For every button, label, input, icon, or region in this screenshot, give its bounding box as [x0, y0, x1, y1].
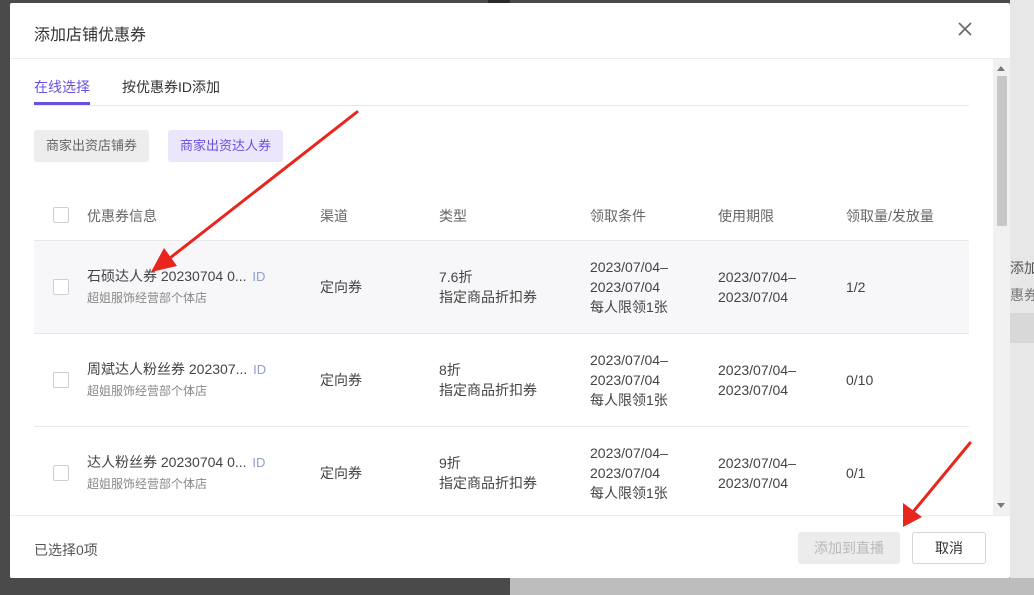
- background-page-right: 添加 惠券: [1010, 0, 1034, 595]
- background-block: [1010, 313, 1034, 343]
- claim-start: 2023/07/04–: [590, 352, 668, 368]
- row-checkbox[interactable]: [53, 279, 69, 295]
- header-type: 类型: [439, 208, 467, 224]
- background-text: 惠券: [1010, 287, 1034, 303]
- coupon-type: 指定商品折扣券: [439, 382, 537, 398]
- coupon-name: 石硕达人券 20230704 0...: [87, 268, 247, 284]
- coupon-id-tag[interactable]: ID: [253, 362, 266, 377]
- coupon-shop: 超姐服饰经营部个体店: [87, 384, 208, 398]
- table-row[interactable]: 达人粉丝券 20230704 0... ID 超姐服饰经营部个体店 定向券 9折…: [34, 427, 969, 520]
- row-checkbox[interactable]: [53, 465, 69, 481]
- dialog-title: 添加店铺优惠券: [34, 27, 147, 44]
- claim-limit: 每人限领1张: [590, 392, 668, 408]
- coupon-shop: 超姐服饰经营部个体店: [87, 291, 208, 305]
- select-all-checkbox[interactable]: [53, 207, 69, 223]
- coupon-type: 指定商品折扣券: [439, 289, 537, 305]
- cancel-button[interactable]: 取消: [912, 532, 986, 564]
- claim-end: 2023/07/04: [590, 279, 661, 295]
- scrollbar[interactable]: [993, 59, 1010, 515]
- header-claim-condition: 领取条件: [590, 208, 646, 224]
- coupon-discount: 9折: [439, 455, 461, 471]
- claim-limit: 每人限领1张: [590, 485, 668, 501]
- claim-end: 2023/07/04: [590, 372, 661, 388]
- header-validity: 使用期限: [718, 208, 774, 224]
- table-row[interactable]: 周斌达人粉丝券 202307... ID 超姐服饰经营部个体店 定向券 8折 指…: [34, 334, 969, 427]
- dialog-footer: 已选择0项 添加到直播 取消: [10, 515, 1010, 578]
- background-page-bottom: [510, 578, 1034, 595]
- table-header: 优惠券信息 渠道 类型 领取条件 使用期限 领取量/发放量: [34, 188, 969, 241]
- coupon-channel: 定向券: [320, 279, 362, 295]
- coupon-channel: 定向券: [320, 465, 362, 481]
- tab-online-select[interactable]: 在线选择: [34, 77, 90, 97]
- filter-shop-coupon-button[interactable]: 商家出资店铺券: [34, 130, 150, 162]
- scrollbar-thumb[interactable]: [997, 76, 1007, 226]
- coupon-name-cell: 周斌达人粉丝券 202307... ID: [87, 359, 266, 380]
- scroll-down-icon[interactable]: [997, 503, 1005, 508]
- add-to-live-button[interactable]: 添加到直播: [798, 532, 900, 564]
- row-checkbox[interactable]: [53, 372, 69, 388]
- coupon-quota: 1/2: [846, 279, 866, 295]
- validity-end: 2023/07/04: [718, 475, 789, 491]
- table-row[interactable]: 石硕达人券 20230704 0... ID 超姐服饰经营部个体店 定向券 7.…: [34, 241, 969, 334]
- coupon-name-cell: 石硕达人券 20230704 0... ID: [87, 266, 265, 287]
- close-icon[interactable]: [956, 20, 974, 38]
- validity-end: 2023/07/04: [718, 382, 789, 398]
- coupon-id-tag[interactable]: ID: [252, 269, 265, 284]
- coupon-channel: 定向券: [320, 372, 362, 388]
- validity-start: 2023/07/04–: [718, 455, 796, 471]
- coupon-quota: 0/10: [846, 372, 874, 388]
- background-text: 添加: [1010, 260, 1034, 276]
- claim-end: 2023/07/04: [590, 465, 661, 481]
- header-channel: 渠道: [320, 208, 348, 224]
- active-tab-indicator: [34, 102, 90, 105]
- coupon-name-cell: 达人粉丝券 20230704 0... ID: [87, 452, 265, 473]
- tab-add-by-id[interactable]: 按优惠券ID添加: [122, 77, 220, 97]
- coupon-name: 周斌达人粉丝券 202307...: [87, 361, 248, 377]
- validity-start: 2023/07/04–: [718, 362, 796, 378]
- tab-bar: 在线选择 按优惠券ID添加: [34, 59, 969, 106]
- dialog-header: 添加店铺优惠券: [10, 3, 1010, 59]
- add-coupon-dialog: 添加店铺优惠券 在线选择 按优惠券ID添加 商家出资店铺券 商家出资达人券 优惠…: [10, 3, 1010, 578]
- claim-start: 2023/07/04–: [590, 259, 668, 275]
- scroll-up-icon[interactable]: [997, 66, 1005, 71]
- coupon-shop: 超姐服饰经营部个体店: [87, 477, 208, 491]
- selected-count: 已选择0项: [34, 542, 98, 558]
- coupon-id-tag[interactable]: ID: [252, 455, 265, 470]
- coupon-type: 指定商品折扣券: [439, 475, 537, 491]
- coupon-name: 达人粉丝券 20230704 0...: [87, 454, 247, 470]
- coupon-discount: 7.6折: [439, 269, 473, 285]
- claim-limit: 每人限领1张: [590, 299, 668, 315]
- claim-start: 2023/07/04–: [590, 445, 668, 461]
- filter-influencer-coupon-button[interactable]: 商家出资达人券: [168, 130, 284, 162]
- validity-end: 2023/07/04: [718, 289, 789, 305]
- coupon-quota: 0/1: [846, 465, 866, 481]
- validity-start: 2023/07/04–: [718, 269, 796, 285]
- header-quota: 领取量/发放量: [846, 208, 934, 224]
- coupon-discount: 8折: [439, 362, 461, 378]
- header-coupon-info: 优惠券信息: [87, 208, 157, 224]
